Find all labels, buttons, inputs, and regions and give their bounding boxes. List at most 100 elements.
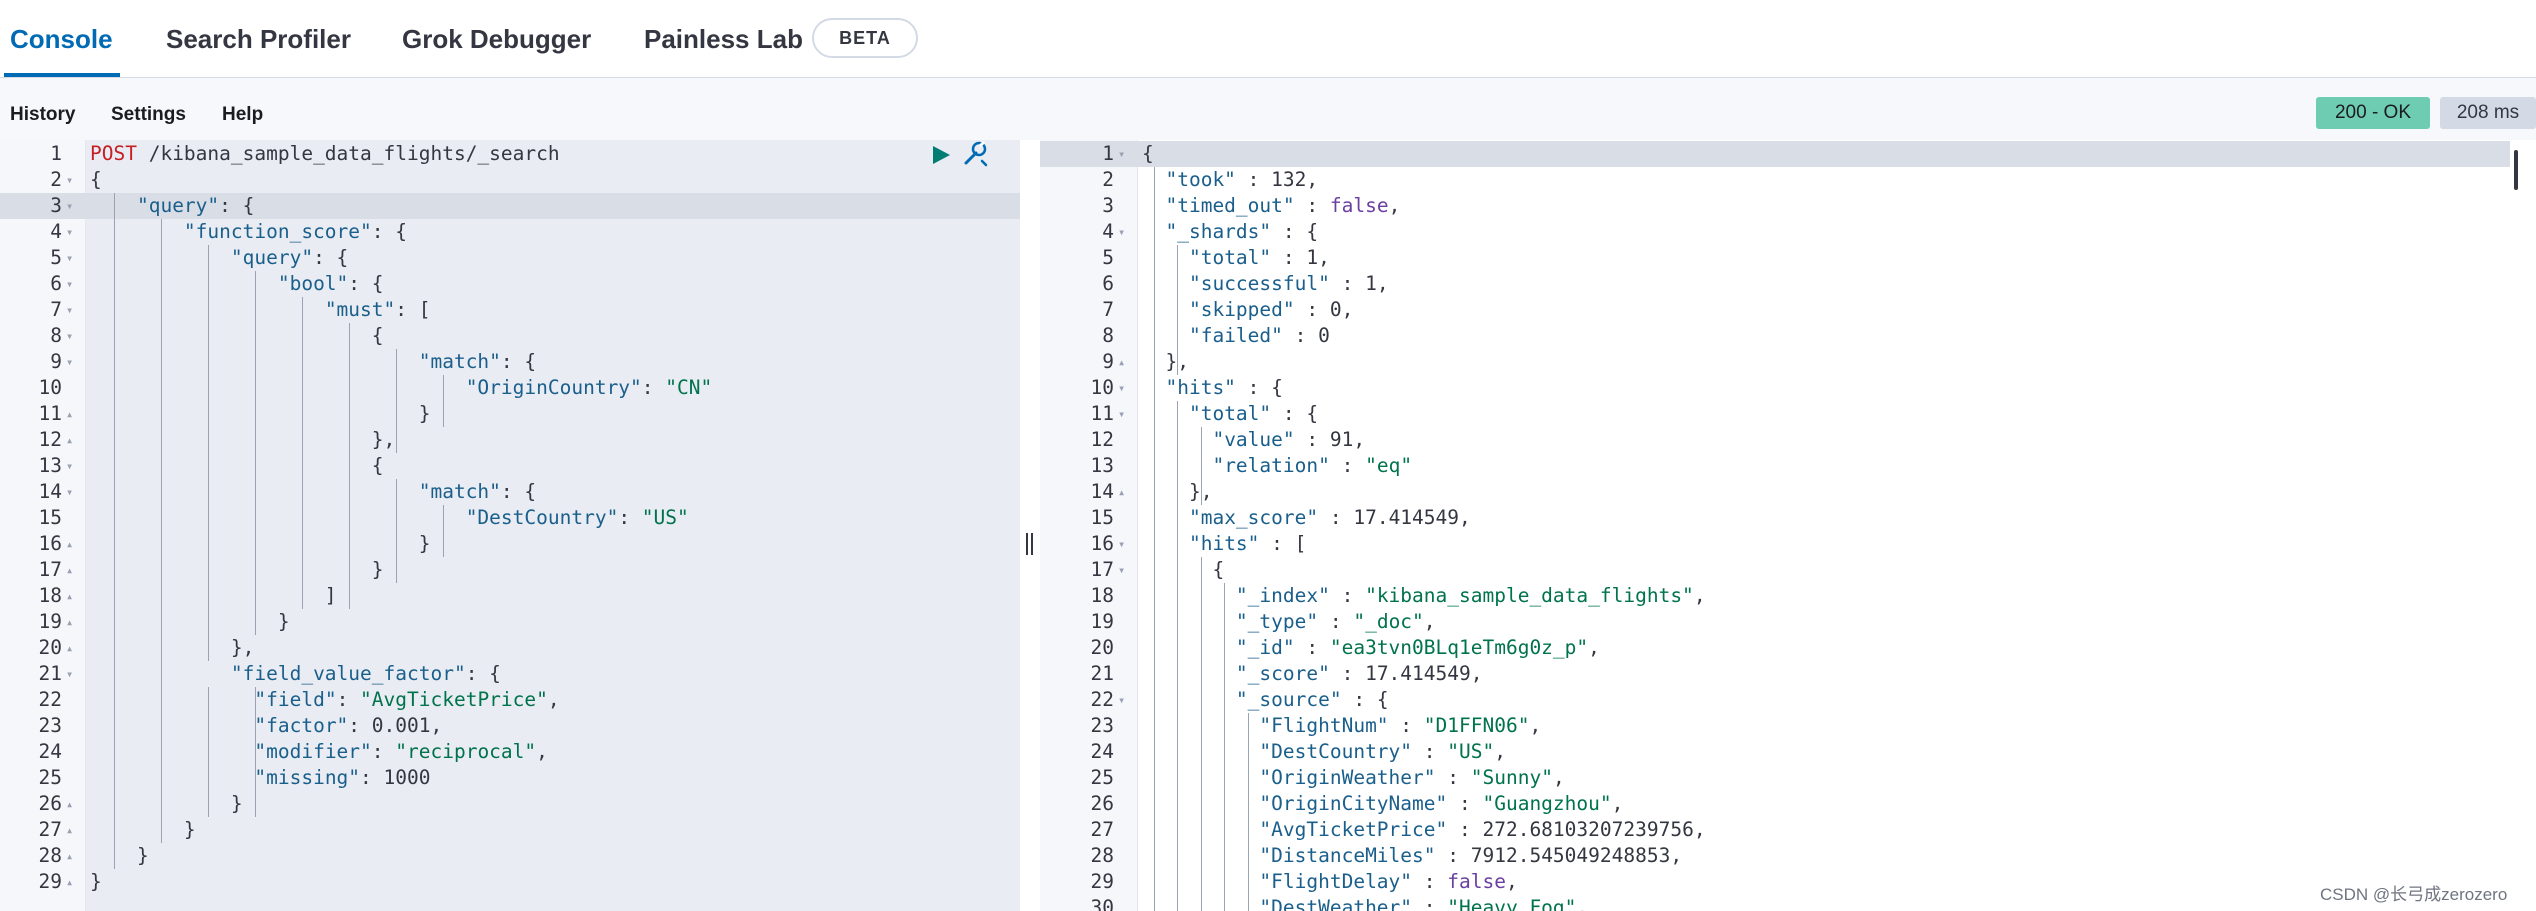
code-text: "modifier": "reciprocal", bbox=[90, 739, 548, 765]
code-token: : [ bbox=[1259, 532, 1307, 555]
fold-close-icon[interactable]: ▴ bbox=[66, 843, 73, 869]
request-editor[interactable]: 1 POST /kibana_sample_data_flights/_searc… bbox=[0, 140, 1020, 911]
code-line: 16 ▴ } bbox=[0, 531, 1020, 557]
tab-search-profiler[interactable]: Search Profiler bbox=[166, 24, 351, 55]
fold-open-icon[interactable]: ▾ bbox=[1118, 401, 1125, 427]
fold-open-icon[interactable]: ▾ bbox=[1118, 141, 1125, 167]
fold-open-icon[interactable]: ▾ bbox=[66, 245, 73, 271]
fold-open-icon[interactable]: ▾ bbox=[1118, 531, 1125, 557]
history-menu[interactable]: History bbox=[10, 104, 75, 126]
response-scrollbar[interactable] bbox=[2514, 150, 2518, 190]
code-line: 18 "_index" : "kibana_sample_data_flight… bbox=[1040, 583, 2536, 609]
code-text: POST /kibana_sample_data_flights/_search bbox=[90, 141, 560, 167]
code-token: 1000 bbox=[383, 766, 431, 789]
help-menu[interactable]: Help bbox=[222, 104, 263, 126]
fold-close-icon[interactable]: ▴ bbox=[66, 557, 73, 583]
fold-open-icon[interactable]: ▾ bbox=[1118, 219, 1125, 245]
settings-menu[interactable]: Settings bbox=[111, 104, 186, 126]
code-text: ] bbox=[90, 583, 337, 609]
code-token: , bbox=[547, 688, 560, 711]
fold-close-icon[interactable]: ▴ bbox=[66, 609, 73, 635]
line-number: 9 bbox=[50, 350, 62, 373]
fold-open-icon[interactable]: ▾ bbox=[66, 193, 73, 219]
line-number: 18 bbox=[38, 584, 62, 607]
pane-resize-handle[interactable] bbox=[1022, 530, 1038, 558]
fold-close-icon[interactable]: ▴ bbox=[66, 427, 73, 453]
code-token: "_type" bbox=[1235, 610, 1319, 633]
fold-close-icon[interactable]: ▴ bbox=[66, 817, 73, 843]
code-token: : bbox=[1271, 246, 1307, 269]
code-text: "max_score" : 17.414549, bbox=[1142, 505, 1471, 531]
tab-grok-debugger[interactable]: Grok Debugger bbox=[402, 24, 591, 55]
code-token: : bbox=[360, 766, 384, 789]
fold-close-icon[interactable]: ▴ bbox=[66, 635, 73, 661]
code-token: 1 bbox=[1365, 272, 1377, 295]
fold-close-icon[interactable]: ▴ bbox=[66, 869, 73, 895]
fold-open-icon[interactable]: ▾ bbox=[66, 271, 73, 297]
line-number: 27 bbox=[38, 818, 62, 841]
code-token: "_source" bbox=[1235, 688, 1342, 711]
fold-open-icon[interactable]: ▾ bbox=[66, 453, 73, 479]
wrench-icon[interactable] bbox=[960, 139, 990, 169]
line-number: 23 bbox=[38, 714, 62, 737]
fold-open-icon[interactable]: ▾ bbox=[66, 479, 73, 505]
fold-close-icon[interactable]: ▴ bbox=[1118, 479, 1125, 505]
fold-close-icon[interactable]: ▴ bbox=[66, 583, 73, 609]
code-token: "_doc" bbox=[1353, 610, 1424, 633]
fold-open-icon[interactable]: ▾ bbox=[66, 297, 73, 323]
fold-open-icon[interactable]: ▾ bbox=[66, 219, 73, 245]
code-line: 4 ▾ "function_score": { bbox=[0, 219, 1020, 245]
watermark: CSDN @长弓成zerozero bbox=[2320, 885, 2508, 904]
line-number: 27 bbox=[1090, 818, 1114, 841]
code-token: } bbox=[90, 870, 102, 893]
fold-close-icon[interactable]: ▴ bbox=[66, 531, 73, 557]
fold-open-icon[interactable]: ▾ bbox=[66, 167, 73, 193]
fold-open-icon[interactable]: ▾ bbox=[1118, 557, 1125, 583]
code-line: 19 ▴ } bbox=[0, 609, 1020, 635]
code-token: "Sunny" bbox=[1470, 766, 1553, 789]
code-token: "field_value_factor" bbox=[230, 662, 466, 685]
fold-open-icon[interactable]: ▾ bbox=[66, 323, 73, 349]
code-line: 10 ▾ "hits" : { bbox=[1040, 375, 2536, 401]
code-line: 26 ▴ } bbox=[0, 791, 1020, 817]
fold-open-icon[interactable]: ▾ bbox=[66, 661, 73, 687]
fold-close-icon[interactable]: ▴ bbox=[66, 791, 73, 817]
fold-open-icon[interactable]: ▾ bbox=[66, 349, 73, 375]
tab-painless-lab[interactable]: Painless Lab bbox=[644, 24, 803, 55]
code-line: 2 ▾ { bbox=[0, 167, 1020, 193]
indent-guide bbox=[442, 375, 444, 427]
fold-close-icon[interactable]: ▴ bbox=[66, 401, 73, 427]
indent-guide bbox=[442, 505, 444, 557]
line-number: 21 bbox=[1090, 662, 1114, 685]
code-token: , bbox=[1693, 584, 1706, 607]
play-icon[interactable] bbox=[930, 143, 952, 167]
code-token: "function_score" bbox=[183, 220, 372, 243]
fold-close-icon[interactable]: ▴ bbox=[1118, 349, 1125, 375]
code-token: : bbox=[1235, 168, 1272, 191]
fold-open-icon[interactable]: ▾ bbox=[1118, 687, 1125, 713]
code-token: "total" bbox=[1188, 402, 1272, 425]
code-line: 11 ▴ } bbox=[0, 401, 1020, 427]
fold-open-icon[interactable]: ▾ bbox=[1118, 375, 1125, 401]
code-token: , bbox=[1353, 428, 1366, 451]
code-token: : bbox=[1412, 896, 1448, 911]
code-token: "DestWeather" bbox=[1259, 896, 1413, 911]
tab-console[interactable]: Console bbox=[10, 24, 113, 55]
line-number: 11 bbox=[1090, 402, 1114, 425]
code-line: 20 ▴ }, bbox=[0, 635, 1020, 661]
code-text: "DestCountry": "US" bbox=[90, 505, 689, 531]
response-viewer[interactable]: 1 ▾{2 "took" : 132, 3 "timed_out" : false,… bbox=[1040, 140, 2536, 911]
code-token: "modifier" bbox=[254, 740, 372, 763]
code-text: "_index" : "kibana_sample_data_flights", bbox=[1142, 583, 1706, 609]
code-token: "_score" bbox=[1235, 662, 1330, 685]
code-token: "OriginWeather" bbox=[1259, 766, 1436, 789]
code-token: "_id" bbox=[1235, 636, 1295, 659]
indent-guide bbox=[207, 245, 209, 661]
